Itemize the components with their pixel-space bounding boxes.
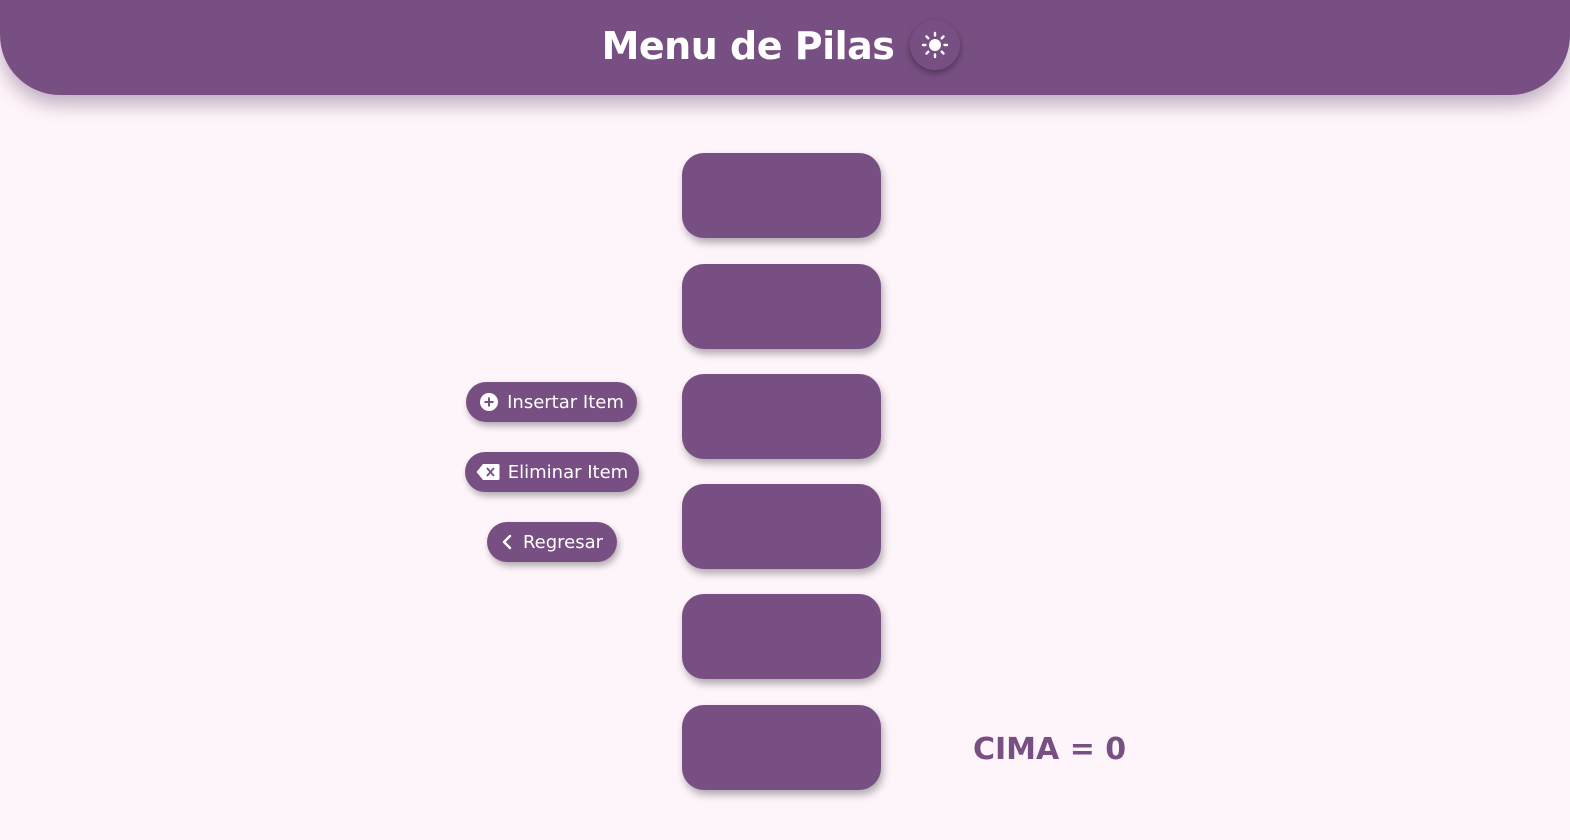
chevron-left-icon: [501, 534, 515, 550]
insert-item-label: Insertar Item: [507, 391, 624, 413]
stack-slot: [682, 705, 881, 790]
stack-slot: [682, 153, 881, 238]
backspace-icon: [476, 463, 500, 481]
stack-top-indicator: CIMA = 0: [973, 732, 1127, 767]
plus-circle-icon: [479, 392, 499, 412]
stack-slot: [682, 264, 881, 349]
app-header: Menu de Pilas: [0, 0, 1570, 95]
stack-slot: [682, 594, 881, 679]
sun-icon: [921, 31, 949, 59]
stack-slot: [682, 374, 881, 459]
back-label: Regresar: [522, 531, 604, 553]
insert-item-button[interactable]: Insertar Item: [466, 382, 637, 422]
page-title: Menu de Pilas: [601, 24, 895, 68]
back-button[interactable]: Regresar: [487, 522, 617, 562]
stack-slot: [682, 484, 881, 569]
delete-item-button[interactable]: Eliminar Item: [465, 452, 639, 492]
delete-item-label: Eliminar Item: [507, 461, 629, 483]
theme-toggle-button[interactable]: [910, 20, 960, 70]
